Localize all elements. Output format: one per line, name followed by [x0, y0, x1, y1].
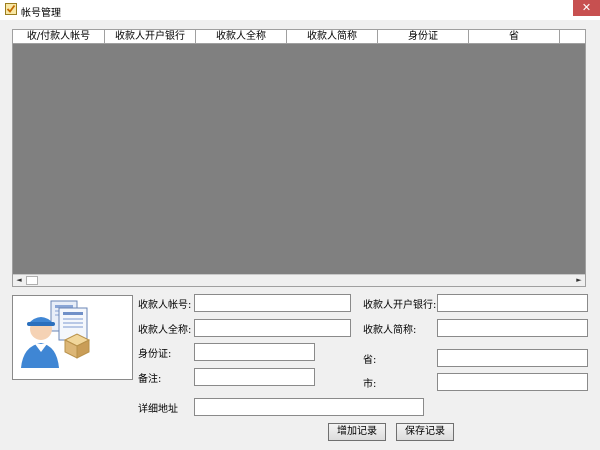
column-header-fullname[interactable]: 收款人全称	[196, 30, 287, 43]
scroll-thumb[interactable]	[26, 276, 38, 285]
payee-fullname-label: 收款人全称:	[138, 325, 192, 336]
payee-fullname-field[interactable]	[194, 319, 351, 337]
remark-field[interactable]	[194, 368, 315, 386]
horizontal-scrollbar[interactable]: ◄ ►	[13, 274, 585, 286]
column-header-account[interactable]: 收/付款人帐号	[13, 30, 105, 43]
column-header-province[interactable]: 省	[469, 30, 560, 43]
window-title: 帐号管理	[21, 8, 61, 19]
column-header-bank[interactable]: 收款人开户银行	[105, 30, 196, 43]
checkbox-icon	[5, 3, 17, 15]
payee-account-label: 收款人帐号:	[138, 300, 192, 311]
payee-account-field[interactable]	[194, 294, 351, 312]
account-grid[interactable]: 收/付款人帐号 收款人开户银行 收款人全称 收款人简称 身份证 省 ◄ ►	[12, 29, 586, 287]
column-header-shortname[interactable]: 收款人简称	[287, 30, 378, 43]
city-field[interactable]	[437, 373, 588, 391]
grid-body[interactable]	[13, 44, 585, 274]
address-field[interactable]	[194, 398, 424, 416]
short-name-field[interactable]	[437, 319, 588, 337]
bank-field[interactable]	[437, 294, 588, 312]
add-record-button[interactable]: 增加记录	[328, 423, 386, 441]
city-label: 市:	[363, 379, 377, 390]
short-name-label: 收款人简称:	[363, 325, 417, 336]
grid-header: 收/付款人帐号 收款人开户银行 收款人全称 收款人简称 身份证 省	[13, 30, 585, 44]
column-header-id-card[interactable]: 身份证	[378, 30, 469, 43]
province-label: 省:	[363, 355, 377, 366]
address-label: 详细地址	[138, 404, 178, 415]
title-bar: 帐号管理 ✕	[0, 0, 600, 20]
id-card-field[interactable]	[194, 343, 315, 361]
remark-label: 备注:	[138, 374, 162, 385]
picture-box	[12, 295, 133, 380]
province-field[interactable]	[437, 349, 588, 367]
arrow-left-icon[interactable]: ◄	[13, 275, 25, 286]
bank-label: 收款人开户银行:	[363, 300, 437, 311]
close-button[interactable]: ✕	[573, 0, 600, 16]
id-card-label: 身份证:	[138, 349, 172, 360]
customer-service-person-icon	[21, 300, 91, 368]
save-record-button[interactable]: 保存记录	[396, 423, 454, 441]
arrow-right-icon[interactable]: ►	[573, 275, 585, 286]
